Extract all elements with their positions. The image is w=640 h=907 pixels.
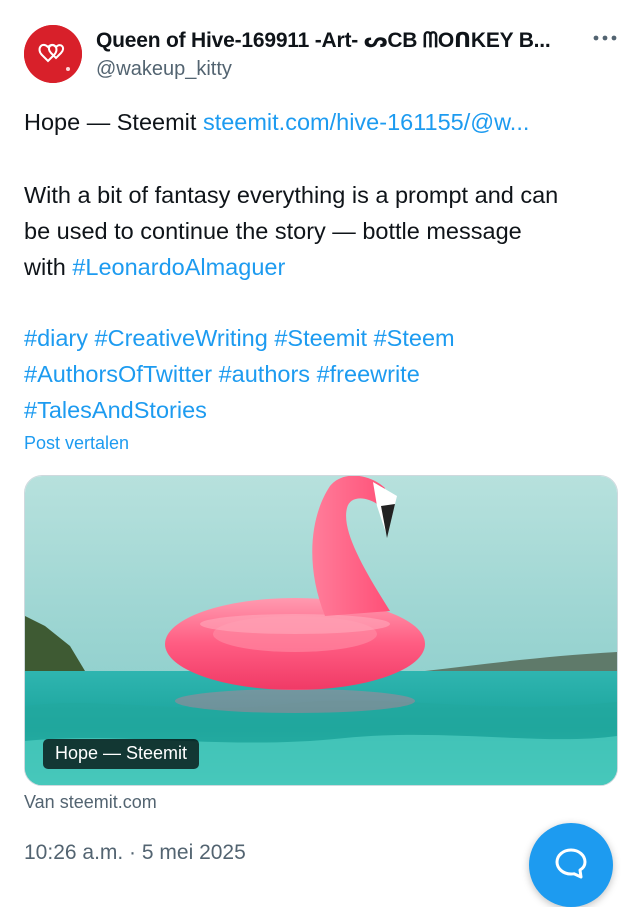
post-body-line-3: with #LeonardoAlmaguer [24, 249, 285, 285]
post-body-line-2: be used to continue the story — bottle m… [24, 218, 522, 244]
hashtags-line-1[interactable]: #diary #CreativeWriting #Steemit #Steem [24, 320, 455, 356]
post-body-line-1: With a bit of fantasy everything is a pr… [24, 182, 559, 208]
reply-bubble-icon [555, 848, 587, 879]
post-body-prefix: with [24, 254, 73, 280]
compose-reply-button[interactable] [529, 823, 613, 907]
translate-post-link[interactable]: Post vertalen [24, 433, 129, 454]
link-preview-card[interactable]: Hope — Steemit [24, 475, 618, 786]
link-source-label[interactable]: Van steemit.com [24, 792, 157, 813]
post-timestamp[interactable]: 10:26 a.m. · 5 mei 2025 [24, 841, 246, 865]
more-icon[interactable] [590, 28, 620, 48]
mention-hashtag-link[interactable]: #LeonardoAlmaguer [72, 254, 285, 280]
red-hearts-avatar-icon [24, 25, 82, 83]
link-card-badge: Hope — Steemit [43, 739, 200, 769]
post-title-text: Hope — Steemit [24, 109, 203, 135]
post-title-line: Hope — Steemit steemit.com/hive-161155/@… [24, 104, 529, 140]
author-handle[interactable]: @wakeup_kitty [96, 58, 232, 81]
hashtags-line-3[interactable]: #TalesAndStories [24, 392, 207, 428]
post-title-link[interactable]: steemit.com/hive-161155/@w... [203, 109, 529, 135]
author-avatar[interactable] [24, 25, 82, 83]
hashtags-line-2[interactable]: #AuthorsOfTwitter #authors #freewrite [24, 356, 420, 392]
author-display-name[interactable]: Queen of Hive-169911 -Art- ᔕCB ᗰOᑎKEY B.… [96, 28, 551, 53]
